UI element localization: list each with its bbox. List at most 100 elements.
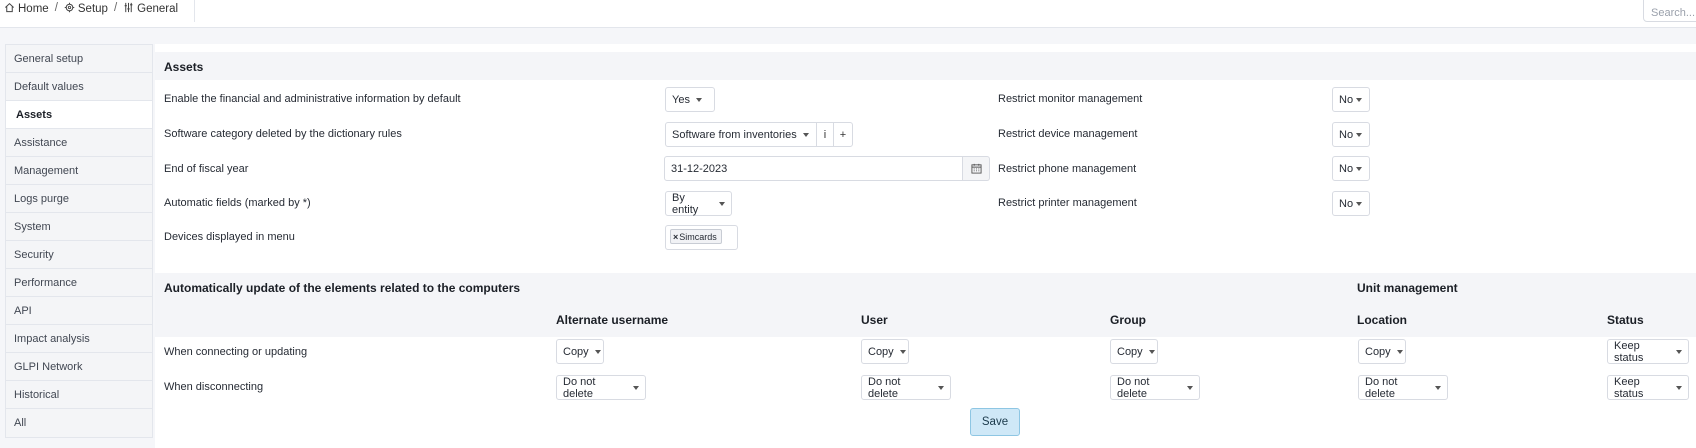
chevron-down-icon [1356,201,1363,206]
chevron-down-icon [1148,349,1155,354]
sidebar-item-historical[interactable]: Historical [6,381,152,409]
printer-label: Restrict printer management [998,197,1137,209]
breadcrumb-home[interactable]: Home [4,2,49,15]
column-header-group: Group [1110,313,1146,327]
column-header-location: Location [1357,313,1407,327]
automatic-fields-select[interactable]: By entity [665,191,732,216]
assets-title: Assets [164,60,204,74]
disconnecting-location-select[interactable]: Do not delete [1358,375,1448,400]
disconnecting-user-select[interactable]: Do not delete [861,375,951,400]
select-value: Copy [563,345,589,358]
devices-tag: × Simcards [670,229,722,244]
breadcrumb: Home / Setup / General [4,1,178,15]
chevron-down-icon [1356,132,1363,137]
sidebar-item-general-setup[interactable]: General setup [6,45,152,73]
sidebar-item-impact-analysis[interactable]: Impact analysis [6,325,152,353]
connecting-alternate-username-select[interactable]: Copy [556,339,604,364]
sidebar-item-assets[interactable]: Assets [6,101,152,129]
sidebar-item-security[interactable]: Security [6,241,152,269]
fiscal-year-label: End of fiscal year [164,163,249,175]
auto-update-title: Automatically update of the elements rel… [164,281,521,295]
devices-menu-select[interactable]: × Simcards [665,225,738,250]
row-label-disconnecting: When disconnecting [164,381,264,393]
phone-select[interactable]: No [1332,156,1370,181]
financial-label: Enable the financial and administrative … [164,93,461,105]
software-category-select[interactable]: Software from inventories [665,122,817,147]
disconnecting-group-select[interactable]: Do not delete [1110,375,1200,400]
chevron-down-icon [802,132,809,137]
chevron-down-icon [1356,97,1363,102]
printer-value: No [1339,197,1354,210]
disconnecting-status-select[interactable]: Keep status [1607,375,1689,400]
connecting-location-select[interactable]: Copy [1358,339,1406,364]
chevron-down-icon [1435,385,1441,390]
chevron-down-icon [695,97,702,102]
connecting-status-select[interactable]: Keep status [1607,339,1689,364]
breadcrumb-setup[interactable]: Setup [64,2,108,15]
breadcrumb-separator: / [113,2,118,14]
info-button[interactable]: i [816,122,834,147]
select-value: Copy [1117,345,1143,358]
search-input[interactable]: Search... [1643,0,1696,22]
sidebar-item-default-values[interactable]: Default values [6,73,152,101]
row-label-connecting: When connecting or updating [164,346,308,358]
phone-label: Restrict phone management [998,163,1137,175]
chevron-down-icon [594,349,601,354]
chevron-down-icon [633,385,639,390]
breadcrumb-general[interactable]: General [123,2,178,15]
connecting-user-select[interactable]: Copy [861,339,909,364]
select-value: Copy [868,345,894,358]
breadcrumb-separator: / [54,2,58,14]
select-value: Copy [1365,345,1391,358]
assets-header-band [155,52,1696,80]
gear-icon [64,2,75,12]
disconnecting-alternate-username-select[interactable]: Do not delete [556,375,646,400]
calendar-button[interactable] [963,156,990,181]
sidebar-item-system[interactable]: System [6,213,152,241]
chevron-down-icon [1676,385,1682,390]
breadcrumb-home-label: Home [18,2,49,15]
chevron-down-icon [1396,349,1403,354]
device-select[interactable]: No [1332,122,1370,147]
sidebar-item-api[interactable]: API [6,297,152,325]
monitor-select[interactable]: No [1332,87,1370,112]
column-header-user: User [861,313,888,327]
column-header-status: Status [1607,313,1644,327]
connecting-group-select[interactable]: Copy [1110,339,1158,364]
save-button[interactable]: Save [970,408,1020,436]
home-icon [5,2,14,12]
monitor-value: No [1339,93,1354,106]
sidebar-item-performance[interactable]: Performance [6,269,152,297]
automatic-fields-value: By entity [672,191,699,216]
tag-remove-icon[interactable]: × [673,232,678,242]
software-category-value: Software from inventories [672,128,797,141]
setup-sidebar: General setup Default values Assets Assi… [5,44,153,438]
chevron-down-icon [899,349,906,354]
sidebar-item-logs-purge[interactable]: Logs purge [6,185,152,213]
automatic-fields-label: Automatic fields (marked by *) [164,197,311,209]
sidebar-item-management[interactable]: Management [6,157,152,185]
chevron-down-icon [1356,166,1363,171]
add-button[interactable]: + [833,122,853,147]
chevron-down-icon [719,201,725,206]
sidebar-item-assistance[interactable]: Assistance [6,129,152,157]
sidebar-item-glpi-network[interactable]: GLPI Network [6,353,152,381]
printer-select[interactable]: No [1332,191,1370,216]
fiscal-year-input[interactable]: 31-12-2023 [664,156,963,181]
sliders-icon [124,2,133,12]
chevron-down-icon [1187,385,1193,390]
breadcrumb-divider [194,0,195,22]
phone-value: No [1339,162,1354,175]
breadcrumb-setup-label: Setup [77,2,108,15]
devices-menu-label: Devices displayed in menu [164,231,295,243]
select-value: Do not delete [1117,375,1150,400]
device-value: No [1339,128,1354,141]
financial-select[interactable]: Yes [665,87,715,112]
monitor-label: Restrict monitor management [998,93,1143,105]
calendar-icon [970,163,982,174]
chevron-down-icon [938,385,944,390]
select-value: Keep status [1614,339,1644,364]
sidebar-item-all[interactable]: All [6,409,152,437]
financial-select-value: Yes [672,93,690,106]
select-value: Do not delete [1365,375,1398,400]
